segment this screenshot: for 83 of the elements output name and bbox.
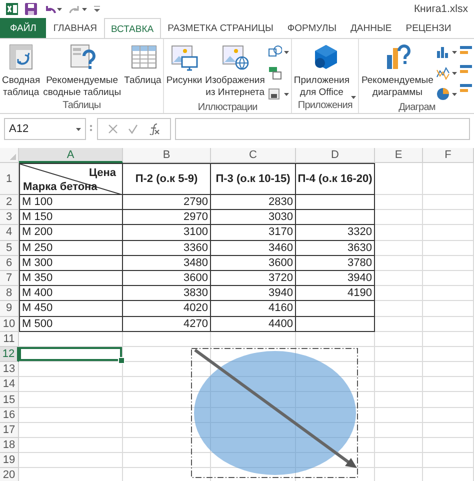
ribbon-button[interactable]: Рекомендуемые сводные таблицы <box>42 41 122 100</box>
row-header[interactable]: 3 <box>0 210 19 226</box>
table-cell: 3360 <box>123 240 211 256</box>
cell-text: Марка бетона <box>23 181 98 193</box>
ribbon-tab[interactable]: ФОРМУЛЫ <box>280 18 344 38</box>
table-cell: М 250 <box>19 240 123 256</box>
table-cell: М 100 <box>19 195 123 210</box>
table-cell: М 300 <box>19 256 123 271</box>
table-cell: М 350 <box>19 270 123 286</box>
column-header[interactable]: E <box>375 148 423 163</box>
ribbon-button[interactable]: Сводная таблица <box>1 41 42 100</box>
row-header[interactable]: 8 <box>0 286 19 302</box>
table-cell: 3780 <box>296 256 375 271</box>
ribbon-button[interactable]: Рекомендуемые диаграммы <box>360 41 434 100</box>
table-cell: М 500 <box>19 316 123 332</box>
ribbon-tab[interactable]: ФАЙЛ <box>0 18 46 38</box>
column-header[interactable]: D <box>296 148 375 163</box>
row-header[interactable]: 12 <box>0 346 19 362</box>
group-label: Приложения <box>296 100 354 113</box>
table-cell: 3480 <box>123 256 211 271</box>
ribbon-tab[interactable]: РАЗМЕТКА СТРАНИЦЫ <box>160 18 280 38</box>
row-header[interactable]: 1 <box>0 163 19 195</box>
ribbon-tab[interactable]: ДАННЫЕ <box>343 18 399 38</box>
row-header[interactable]: 19 <box>0 453 19 468</box>
row-header[interactable]: 17 <box>0 422 19 438</box>
ribbon-tab[interactable]: ВСТАВКА <box>104 18 161 38</box>
row-header[interactable]: 14 <box>0 377 19 392</box>
row-header[interactable]: 16 <box>0 408 19 423</box>
ribbon-tab[interactable]: РЕЦЕНЗИ <box>398 18 458 38</box>
table-cell: 4160 <box>211 301 296 316</box>
table-cell: 4020 <box>123 301 211 316</box>
window-title: Книга1.xlsx <box>414 3 468 15</box>
row-header[interactable]: 11 <box>0 332 19 347</box>
row-header[interactable]: 4 <box>0 225 19 241</box>
group-label: Диаграм <box>398 102 436 113</box>
row-header[interactable]: 2 <box>0 195 19 210</box>
row-header[interactable]: 13 <box>0 362 19 378</box>
table-cell: 3830 <box>123 286 211 302</box>
table-cell: П-4 (о.к 16-20) <box>296 163 375 195</box>
table-cell: 3940 <box>296 270 375 286</box>
group-label: Иллюстрации <box>196 102 258 113</box>
table-cell: 4270 <box>123 316 211 332</box>
table-cell: 3170 <box>211 225 296 241</box>
ribbon-button[interactable]: Изображения из Интернета <box>204 41 266 100</box>
table-cell: 3100 <box>123 225 211 241</box>
table-cell: 3460 <box>211 240 296 256</box>
column-header[interactable]: C <box>211 148 296 163</box>
table-cell: 2790 <box>123 195 211 210</box>
table-cell: М 400 <box>19 286 123 302</box>
row-header[interactable]: 7 <box>0 270 19 286</box>
table-cell: 3940 <box>211 286 296 302</box>
table-cell: П-3 (о.к 10-15) <box>211 163 296 195</box>
table-cell: 3600 <box>211 256 296 271</box>
column-header[interactable]: B <box>123 148 211 163</box>
table-cell: 3030 <box>211 210 296 226</box>
table-cell: М 200 <box>19 225 123 241</box>
table-cell: 3630 <box>296 240 375 256</box>
name-box[interactable]: A12 <box>4 118 86 140</box>
row-header[interactable]: 9 <box>0 301 19 316</box>
table-cell: 2830 <box>211 195 296 210</box>
row-header[interactable]: 20 <box>0 468 19 481</box>
table-cell: 4190 <box>296 286 375 302</box>
table-cell: М 450 <box>19 301 123 316</box>
table-cell: П-2 (о.к 5-9) <box>123 163 211 195</box>
ribbon-tab[interactable]: ГЛАВНАЯ <box>46 18 104 38</box>
table-cell: 4400 <box>211 316 296 332</box>
ribbon-button[interactable]: Приложения для Office <box>292 41 358 100</box>
ribbon-button[interactable]: Таблица <box>123 41 162 88</box>
column-header[interactable]: A <box>19 148 123 163</box>
table-cell: 2970 <box>123 210 211 226</box>
table-cell: 3320 <box>296 225 375 241</box>
group-label: Таблицы <box>62 100 102 113</box>
row-header[interactable]: 10 <box>0 316 19 332</box>
column-header[interactable]: F <box>423 148 474 163</box>
row-header[interactable]: 15 <box>0 392 19 408</box>
ribbon-button[interactable]: Рисунки <box>165 41 204 88</box>
table-cell: 3720 <box>211 270 296 286</box>
cell-text: Цена <box>88 167 116 179</box>
row-header[interactable]: 6 <box>0 256 19 271</box>
table-cell: 3600 <box>123 270 211 286</box>
row-header[interactable]: 5 <box>0 240 19 256</box>
row-header[interactable]: 18 <box>0 438 19 454</box>
table-cell: М 150 <box>19 210 123 226</box>
